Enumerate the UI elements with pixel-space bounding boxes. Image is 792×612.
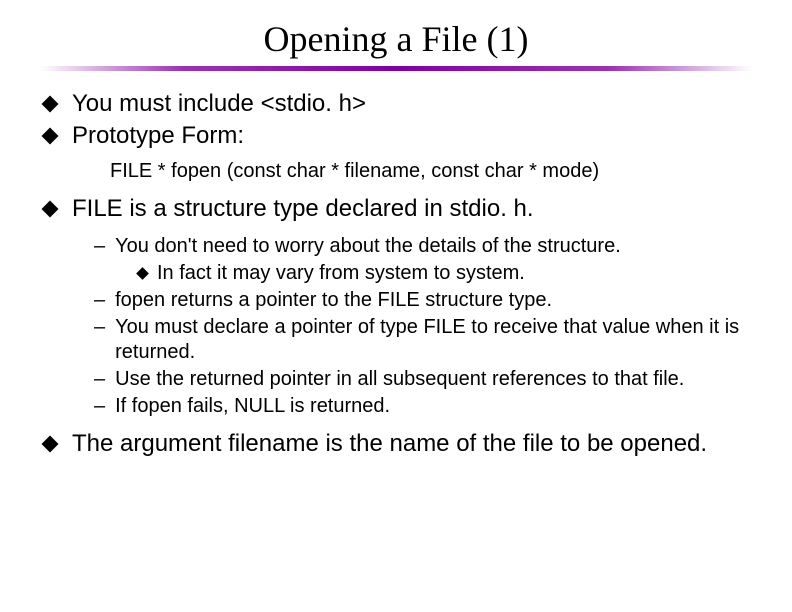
sub-text: fopen returns a pointer to the FILE stru…	[115, 288, 752, 313]
bullet-item: The argument filename is the name of the…	[44, 429, 752, 459]
diamond-icon	[42, 436, 59, 453]
slide-title: Opening a File (1)	[40, 18, 752, 60]
sub-text: You don't need to worry about the detail…	[115, 234, 752, 259]
title-divider	[40, 66, 752, 71]
diamond-icon	[42, 201, 59, 218]
bullet-text: You must include <stdio. h>	[72, 89, 752, 119]
bullet-item: You must include <stdio. h>	[44, 89, 752, 119]
sub-text: If fopen fails, NULL is returned.	[115, 394, 752, 419]
subsub-text: In fact it may vary from system to syste…	[157, 261, 752, 286]
dash-icon: –	[94, 288, 105, 313]
bullet-text: Prototype Form:	[72, 121, 752, 151]
sub-item: – fopen returns a pointer to the FILE st…	[94, 288, 752, 313]
diamond-icon	[42, 128, 59, 145]
bullet-text: The argument filename is the name of the…	[72, 429, 752, 459]
sub-item: – If fopen fails, NULL is returned.	[94, 394, 752, 419]
bullet-text: FILE is a structure type declared in std…	[72, 194, 752, 224]
diamond-small-icon	[136, 267, 149, 280]
bullet-item: Prototype Form:	[44, 121, 752, 151]
bullet-item: FILE is a structure type declared in std…	[44, 194, 752, 224]
dash-icon: –	[94, 315, 105, 340]
code-line: FILE * fopen (const char * filename, con…	[110, 159, 752, 184]
sub-item: – You must declare a pointer of type FIL…	[94, 315, 752, 365]
subsub-item: In fact it may vary from system to syste…	[138, 261, 752, 286]
slide-content: You must include <stdio. h> Prototype Fo…	[40, 89, 752, 459]
sub-text: Use the returned pointer in all subseque…	[115, 367, 752, 392]
dash-icon: –	[94, 394, 105, 419]
dash-icon: –	[94, 234, 105, 259]
sub-item: – You don't need to worry about the deta…	[94, 234, 752, 259]
sub-text: You must declare a pointer of type FILE …	[115, 315, 752, 365]
slide: Opening a File (1) You must include <std…	[0, 0, 792, 612]
sub-item: – Use the returned pointer in all subseq…	[94, 367, 752, 392]
dash-icon: –	[94, 367, 105, 392]
diamond-icon	[42, 96, 59, 113]
